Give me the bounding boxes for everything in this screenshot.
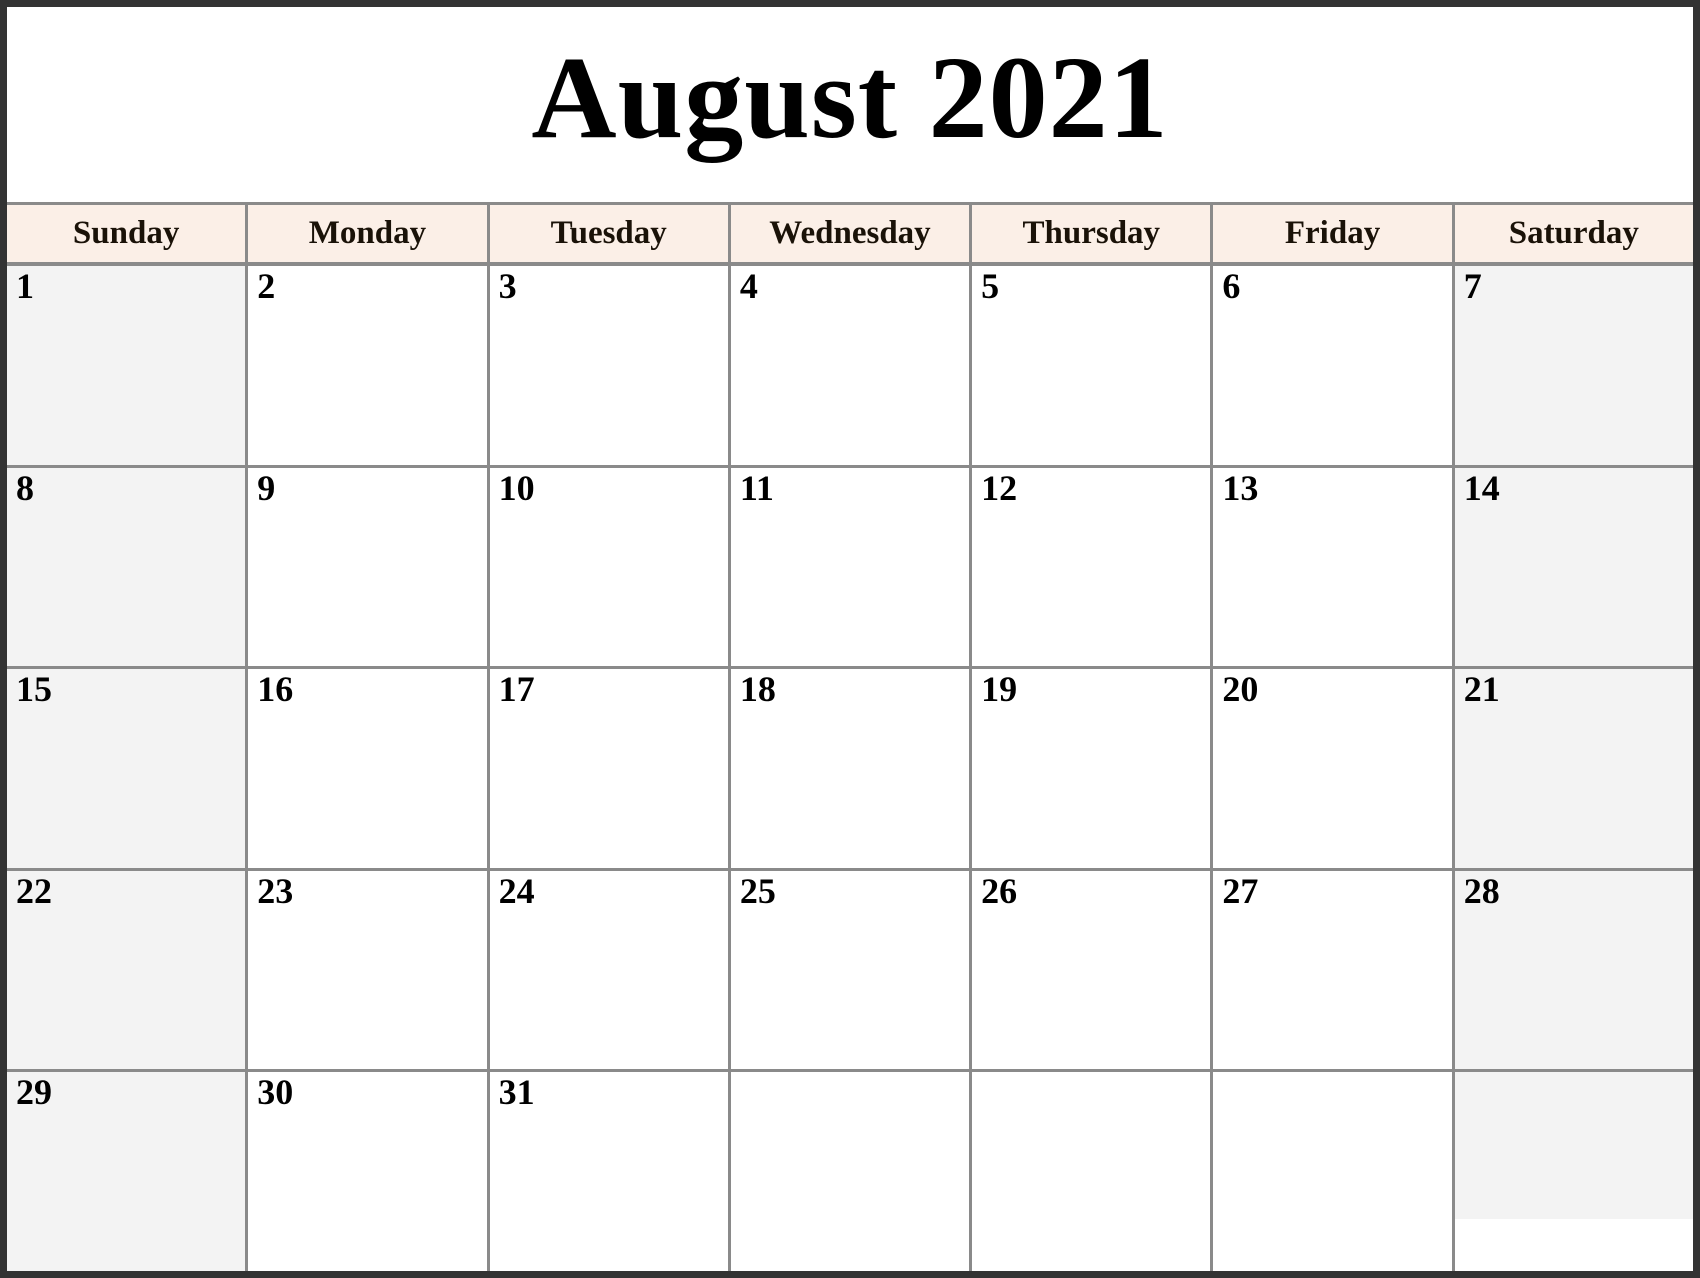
day-cell[interactable] [1213,1072,1455,1271]
weekday-header-monday: Monday [248,205,490,262]
day-number: 28 [1463,870,1500,911]
weekday-label: Friday [1284,215,1381,251]
day-number: 11 [739,467,774,508]
day-cell[interactable]: 17 [489,669,731,868]
day-number: 26 [981,870,1018,911]
day-cell[interactable] [972,1072,1214,1271]
day-cell[interactable]: 8 [7,467,249,667]
day-cell[interactable]: 25 [730,870,973,1070]
calendar-week-row: 15 16 17 18 19 20 21 [7,669,1693,871]
weekday-label: Saturday [1508,215,1639,251]
weekday-header-wednesday: Wednesday [730,205,973,262]
weekday-label: Sunday [72,215,180,251]
day-cell[interactable]: 29 [7,1072,249,1271]
day-cell[interactable]: 7 [1454,266,1693,465]
day-number: 5 [981,266,1000,306]
day-number: 12 [981,467,1018,508]
outer-border-left [0,0,7,1278]
day-cell[interactable]: 10 [489,467,731,667]
day-cell[interactable]: 26 [972,870,1214,1070]
page-title: August 2021 [531,31,1169,163]
outer-border-top [0,0,1700,7]
day-cell[interactable]: 2 [248,266,490,465]
day-number: 3 [498,266,517,306]
day-cell[interactable]: 4 [730,266,973,465]
day-cell[interactable]: 30 [248,1072,490,1271]
day-cell[interactable]: 28 [1454,870,1693,1070]
day-cell[interactable]: 6 [1213,266,1455,465]
day-number: 29 [16,1072,52,1113]
day-cell[interactable]: 3 [489,266,731,465]
day-cell[interactable]: 27 [1213,870,1455,1070]
day-cell[interactable]: 24 [489,870,731,1070]
day-cell[interactable] [1454,1072,1693,1271]
day-number: 27 [1222,870,1259,911]
day-number: 7 [1463,266,1482,306]
day-cell[interactable]: 19 [972,669,1214,868]
weekday-header-friday: Friday [1213,205,1455,262]
day-cell[interactable]: 12 [972,467,1214,667]
day-cell[interactable]: 9 [248,467,490,667]
day-number: 9 [257,467,276,508]
weekday-header-row: Sunday Monday Tuesday Wednesday Thursday… [7,202,1693,266]
day-cell[interactable]: 31 [489,1072,731,1271]
weekday-header-thursday: Thursday [972,205,1214,262]
calendar-title-bar: August 2021 [7,7,1693,202]
weekday-header-saturday: Saturday [1454,205,1693,262]
day-cell[interactable]: 11 [730,467,973,667]
day-cell[interactable]: 16 [248,669,490,868]
weekday-label: Thursday [1022,215,1161,251]
day-number: 22 [16,870,52,911]
day-cell[interactable]: 1 [7,266,249,465]
day-number: 20 [1222,669,1259,710]
weekday-header-sunday: Sunday [7,205,249,262]
calendar-week-row: 29 30 31 [7,1072,1693,1271]
calendar-grid: Sunday Monday Tuesday Wednesday Thursday… [7,202,1693,1271]
day-number: 31 [498,1072,535,1113]
day-number: 13 [1222,467,1259,508]
calendar: August 2021 Sunday Monday Tuesday Wednes… [0,0,1700,1278]
day-cell[interactable]: 18 [730,669,973,868]
outer-border-bottom [0,1271,1700,1278]
day-number: 21 [1463,669,1500,710]
weekday-label: Wednesday [769,215,931,251]
day-number: 17 [498,669,535,710]
weekday-label: Monday [308,215,427,251]
day-number: 18 [739,669,776,710]
day-number: 6 [1222,266,1241,306]
day-number: 19 [981,669,1018,710]
day-cell[interactable]: 5 [972,266,1214,465]
day-number: 30 [257,1072,294,1113]
day-cell[interactable]: 22 [7,870,249,1070]
cell-shading-artifact [1454,1218,1693,1271]
day-number: 1 [16,266,34,306]
day-number: 25 [739,870,776,911]
calendar-week-row: 8 9 10 11 12 13 14 [7,467,1693,670]
day-number: 14 [1463,467,1500,508]
day-cell[interactable]: 15 [7,669,249,868]
day-cell[interactable]: 14 [1454,467,1693,667]
day-cell[interactable]: 21 [1454,669,1693,868]
day-number: 2 [257,266,276,306]
weekday-header-tuesday: Tuesday [489,205,731,262]
day-cell[interactable] [730,1072,973,1271]
day-number: 16 [257,669,294,710]
day-cell[interactable]: 23 [248,870,490,1070]
day-cell[interactable]: 13 [1213,467,1455,667]
day-number: 10 [498,467,535,508]
calendar-week-row: 22 23 24 25 26 27 28 [7,870,1693,1073]
day-number: 23 [257,870,294,911]
day-number: 4 [739,266,758,306]
day-number: 24 [498,870,535,911]
day-number: 8 [16,467,34,508]
weekday-label: Tuesday [550,215,667,251]
calendar-week-row: 1 2 3 4 5 6 7 [7,266,1693,468]
day-number: 15 [16,669,52,710]
day-cell[interactable]: 20 [1213,669,1455,868]
outer-border-right [1693,0,1700,1278]
